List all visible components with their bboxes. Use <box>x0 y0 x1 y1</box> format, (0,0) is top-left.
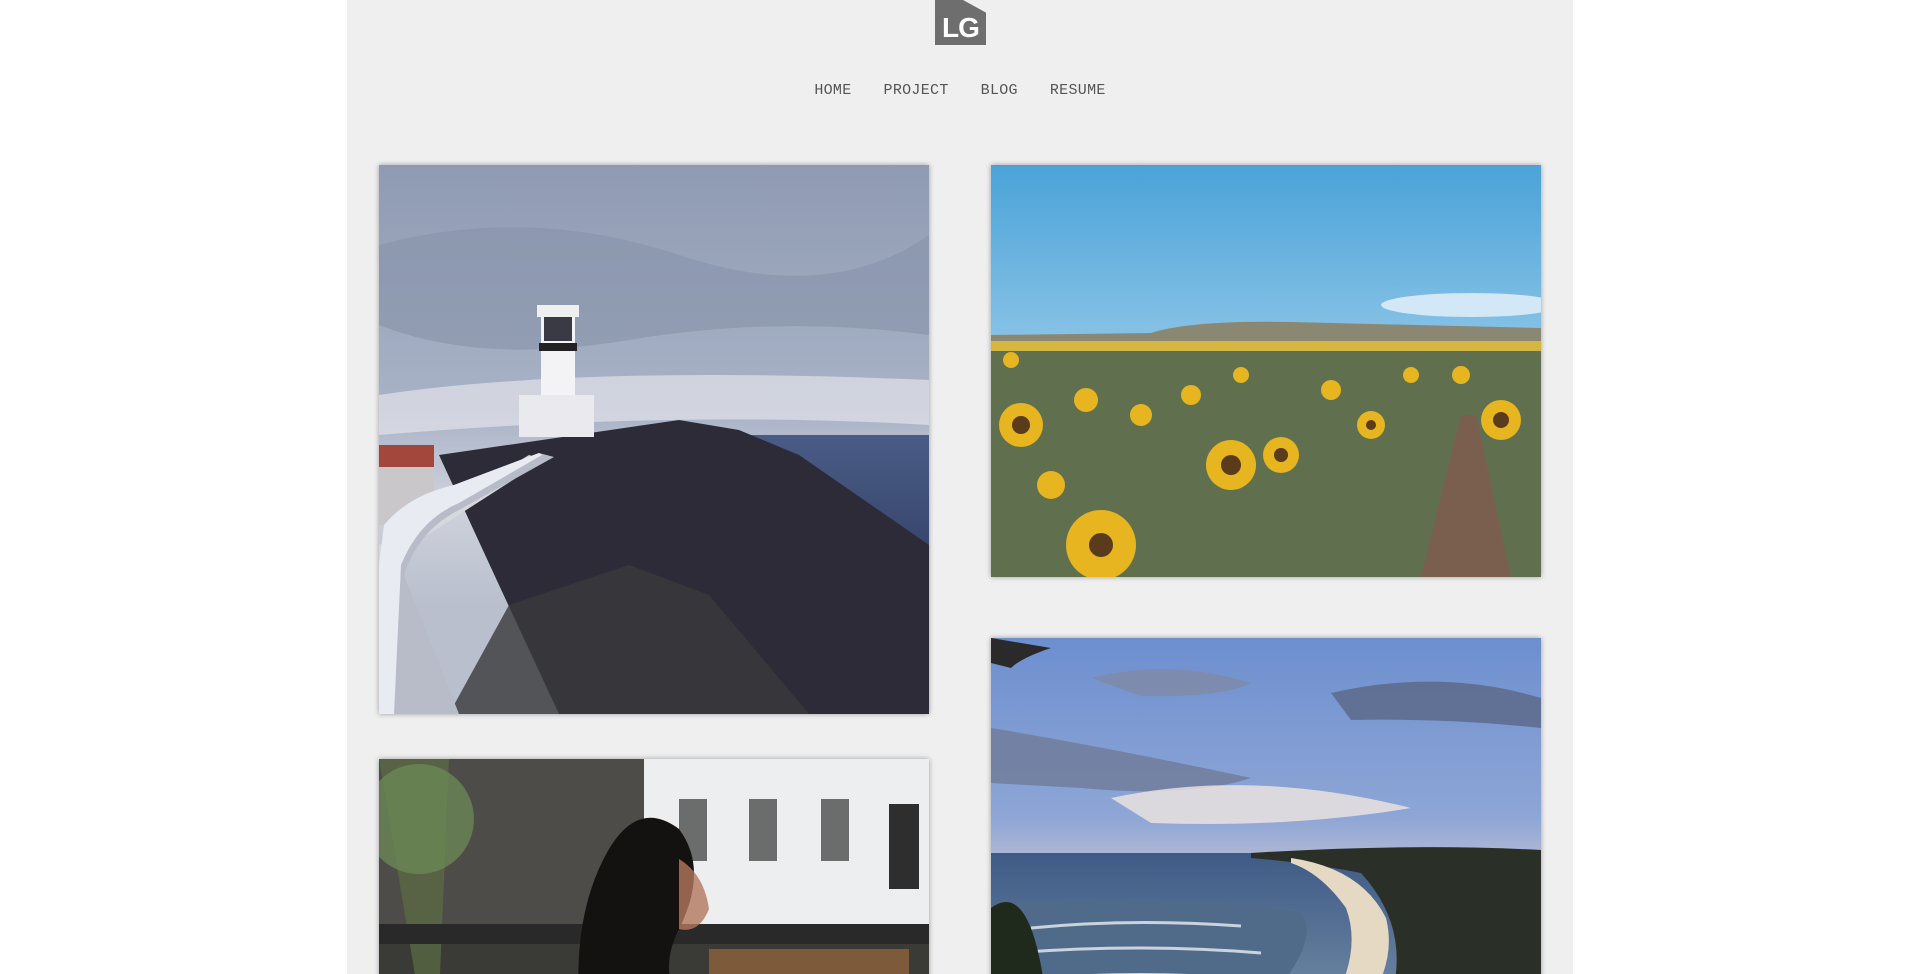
coastline-image <box>991 638 1541 974</box>
gallery-photo-street[interactable] <box>379 759 929 974</box>
site-logo[interactable]: LG <box>935 0 986 45</box>
page-container: LG HOME PROJECT BLOG RESUME <box>347 0 1573 974</box>
gallery-photo-sunflowers[interactable] <box>991 165 1541 577</box>
nav-item-home[interactable]: HOME <box>798 80 867 102</box>
nav-item-project[interactable]: PROJECT <box>868 80 965 102</box>
main-nav: HOME PROJECT BLOG RESUME <box>347 80 1573 102</box>
logo-text: LG <box>942 12 980 43</box>
nav-item-resume[interactable]: RESUME <box>1034 80 1122 102</box>
gallery-photo-coastline[interactable] <box>991 638 1541 974</box>
street-image <box>379 759 929 974</box>
sunflowers-image <box>991 165 1541 577</box>
nav-item-blog[interactable]: BLOG <box>965 80 1034 102</box>
gallery-photo-lighthouse[interactable] <box>379 165 929 714</box>
lighthouse-image <box>379 165 929 714</box>
